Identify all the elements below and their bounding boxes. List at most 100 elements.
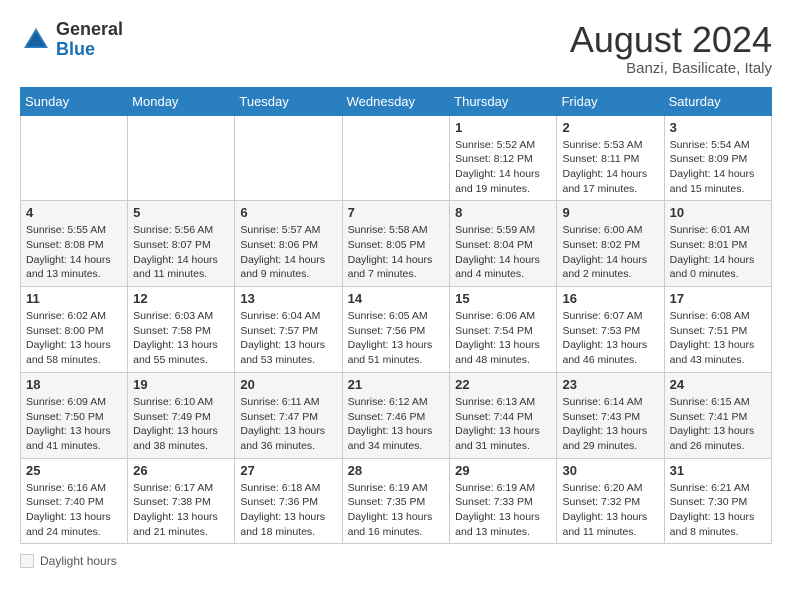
- day-info: Sunrise: 6:16 AMSunset: 7:40 PMDaylight:…: [26, 481, 122, 540]
- day-number: 1: [455, 120, 551, 135]
- day-info: Sunrise: 6:08 AMSunset: 7:51 PMDaylight:…: [670, 309, 766, 368]
- calendar-week-row: 18 Sunrise: 6:09 AMSunset: 7:50 PMDayligh…: [21, 372, 772, 458]
- day-number: 17: [670, 291, 766, 306]
- calendar-cell: 7 Sunrise: 5:58 AMSunset: 8:05 PMDaylight…: [342, 201, 450, 287]
- calendar-weekday-tuesday: Tuesday: [235, 87, 342, 115]
- day-info: Sunrise: 6:09 AMSunset: 7:50 PMDaylight:…: [26, 395, 122, 454]
- day-info: Sunrise: 6:07 AMSunset: 7:53 PMDaylight:…: [562, 309, 658, 368]
- day-number: 5: [133, 205, 229, 220]
- day-info: Sunrise: 6:21 AMSunset: 7:30 PMDaylight:…: [670, 481, 766, 540]
- day-info: Sunrise: 6:11 AMSunset: 7:47 PMDaylight:…: [240, 395, 336, 454]
- logo-blue: Blue: [56, 39, 95, 59]
- day-number: 11: [26, 291, 122, 306]
- day-number: 26: [133, 463, 229, 478]
- day-number: 2: [562, 120, 658, 135]
- calendar-cell: 16 Sunrise: 6:07 AMSunset: 7:53 PMDayligh…: [557, 287, 664, 373]
- day-number: 10: [670, 205, 766, 220]
- day-number: 3: [670, 120, 766, 135]
- calendar-weekday-thursday: Thursday: [450, 87, 557, 115]
- day-number: 27: [240, 463, 336, 478]
- day-number: 22: [455, 377, 551, 392]
- calendar-cell: 31 Sunrise: 6:21 AMSunset: 7:30 PMDayligh…: [664, 458, 771, 544]
- day-info: Sunrise: 6:05 AMSunset: 7:56 PMDaylight:…: [348, 309, 445, 368]
- calendar-cell: 14 Sunrise: 6:05 AMSunset: 7:56 PMDayligh…: [342, 287, 450, 373]
- day-info: Sunrise: 6:10 AMSunset: 7:49 PMDaylight:…: [133, 395, 229, 454]
- calendar-cell: 8 Sunrise: 5:59 AMSunset: 8:04 PMDaylight…: [450, 201, 557, 287]
- calendar-week-row: 11 Sunrise: 6:02 AMSunset: 8:00 PMDayligh…: [21, 287, 772, 373]
- day-info: Sunrise: 5:58 AMSunset: 8:05 PMDaylight:…: [348, 223, 445, 282]
- calendar-cell: 13Sunrise: 6:04 AMSunset: 7:57 PMDayligh…: [235, 287, 342, 373]
- day-number: 23: [562, 377, 658, 392]
- day-number: 21: [348, 377, 445, 392]
- page-header: General Blue August 2024 Banzi, Basilica…: [20, 20, 772, 77]
- calendar-cell: 29Sunrise: 6:19 AMSunset: 7:33 PMDayligh…: [450, 458, 557, 544]
- day-info: Sunrise: 6:02 AMSunset: 8:00 PMDaylight:…: [26, 309, 122, 368]
- calendar-cell: 3 Sunrise: 5:54 AMSunset: 8:09 PMDaylight…: [664, 115, 771, 201]
- day-number: 15: [455, 291, 551, 306]
- day-info: Sunrise: 5:53 AMSunset: 8:11 PMDaylight:…: [562, 138, 658, 197]
- day-number: 7: [348, 205, 445, 220]
- calendar-cell: [21, 115, 128, 201]
- day-number: 4: [26, 205, 122, 220]
- day-number: 14: [348, 291, 445, 306]
- calendar-cell: 2 Sunrise: 5:53 AMSunset: 8:11 PMDaylight…: [557, 115, 664, 201]
- day-number: 24: [670, 377, 766, 392]
- day-info: Sunrise: 5:59 AMSunset: 8:04 PMDaylight:…: [455, 223, 551, 282]
- calendar-cell: 5 Sunrise: 5:56 AMSunset: 8:07 PMDaylight…: [128, 201, 235, 287]
- calendar-weekday-sunday: Sunday: [21, 87, 128, 115]
- calendar-cell: 20 Sunrise: 6:11 AMSunset: 7:47 PMDayligh…: [235, 372, 342, 458]
- calendar-cell: 25Sunrise: 6:16 AMSunset: 7:40 PMDayligh…: [21, 458, 128, 544]
- calendar-cell: 21Sunrise: 6:12 AMSunset: 7:46 PMDayligh…: [342, 372, 450, 458]
- calendar-cell: 11 Sunrise: 6:02 AMSunset: 8:00 PMDayligh…: [21, 287, 128, 373]
- calendar-cell: [235, 115, 342, 201]
- day-info: Sunrise: 5:57 AMSunset: 8:06 PMDaylight:…: [240, 223, 336, 282]
- day-number: 9: [562, 205, 658, 220]
- calendar-weekday-saturday: Saturday: [664, 87, 771, 115]
- title-block: August 2024 Banzi, Basilicate, Italy: [570, 20, 772, 77]
- calendar-table: SundayMondayTuesdayWednesdayThursdayFrid…: [20, 87, 772, 545]
- calendar-cell: 22 Sunrise: 6:13 AMSunset: 7:44 PMDayligh…: [450, 372, 557, 458]
- day-number: 13: [240, 291, 336, 306]
- calendar-cell: 26Sunrise: 6:17 AMSunset: 7:38 PMDayligh…: [128, 458, 235, 544]
- calendar-week-row: 4 Sunrise: 5:55 AMSunset: 8:08 PMDaylight…: [21, 201, 772, 287]
- day-info: Sunrise: 6:06 AMSunset: 7:54 PMDaylight:…: [455, 309, 551, 368]
- day-info: Sunrise: 5:55 AMSunset: 8:08 PMDaylight:…: [26, 223, 122, 282]
- calendar-cell: 28Sunrise: 6:19 AMSunset: 7:35 PMDayligh…: [342, 458, 450, 544]
- day-info: Sunrise: 6:13 AMSunset: 7:44 PMDaylight:…: [455, 395, 551, 454]
- calendar-weekday-monday: Monday: [128, 87, 235, 115]
- day-info: Sunrise: 6:18 AMSunset: 7:36 PMDaylight:…: [240, 481, 336, 540]
- day-info: Sunrise: 6:00 AMSunset: 8:02 PMDaylight:…: [562, 223, 658, 282]
- month-year: August 2024: [570, 20, 772, 60]
- calendar-cell: 18 Sunrise: 6:09 AMSunset: 7:50 PMDayligh…: [21, 372, 128, 458]
- logo: General Blue: [20, 20, 123, 60]
- calendar-cell: 6 Sunrise: 5:57 AMSunset: 8:06 PMDaylight…: [235, 201, 342, 287]
- day-number: 16: [562, 291, 658, 306]
- logo-general: General: [56, 19, 123, 39]
- calendar-cell: 4 Sunrise: 5:55 AMSunset: 8:08 PMDaylight…: [21, 201, 128, 287]
- calendar-cell: 10Sunrise: 6:01 AMSunset: 8:01 PMDayligh…: [664, 201, 771, 287]
- calendar-cell: [128, 115, 235, 201]
- calendar-cell: 24 Sunrise: 6:15 AMSunset: 7:41 PMDayligh…: [664, 372, 771, 458]
- day-info: Sunrise: 5:56 AMSunset: 8:07 PMDaylight:…: [133, 223, 229, 282]
- calendar-weekday-friday: Friday: [557, 87, 664, 115]
- day-number: 31: [670, 463, 766, 478]
- day-info: Sunrise: 5:54 AMSunset: 8:09 PMDaylight:…: [670, 138, 766, 197]
- footer: Daylight hours: [20, 554, 772, 568]
- day-info: Sunrise: 6:15 AMSunset: 7:41 PMDaylight:…: [670, 395, 766, 454]
- day-number: 20: [240, 377, 336, 392]
- day-number: 18: [26, 377, 122, 392]
- day-number: 6: [240, 205, 336, 220]
- calendar-header-row: SundayMondayTuesdayWednesdayThursdayFrid…: [21, 87, 772, 115]
- day-info: Sunrise: 6:20 AMSunset: 7:32 PMDaylight:…: [562, 481, 658, 540]
- day-number: 12: [133, 291, 229, 306]
- day-info: Sunrise: 6:19 AMSunset: 7:35 PMDaylight:…: [348, 481, 445, 540]
- daylight-box-icon: [20, 554, 34, 568]
- day-number: 19: [133, 377, 229, 392]
- calendar-cell: 27 Sunrise: 6:18 AMSunset: 7:36 PMDayligh…: [235, 458, 342, 544]
- day-number: 30: [562, 463, 658, 478]
- calendar-week-row: 25Sunrise: 6:16 AMSunset: 7:40 PMDayligh…: [21, 458, 772, 544]
- calendar-cell: 9 Sunrise: 6:00 AMSunset: 8:02 PMDaylight…: [557, 201, 664, 287]
- day-info: Sunrise: 5:52 AMSunset: 8:12 PMDaylight:…: [455, 138, 551, 197]
- day-number: 8: [455, 205, 551, 220]
- calendar-cell: 17 Sunrise: 6:08 AMSunset: 7:51 PMDayligh…: [664, 287, 771, 373]
